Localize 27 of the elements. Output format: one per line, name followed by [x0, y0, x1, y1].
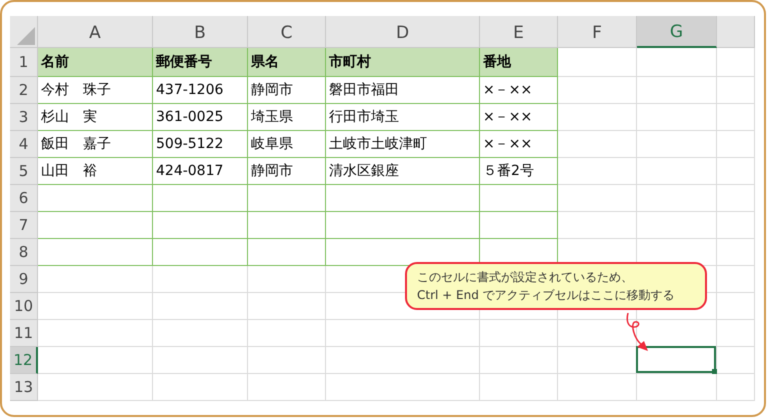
cell-text: 土岐市土岐津町: [329, 134, 427, 154]
cell-text: 県名: [251, 52, 279, 72]
cell-text: 市町村: [329, 52, 371, 72]
cell-text: 杉山 実: [41, 108, 97, 126]
cell-text: 静岡市: [251, 162, 293, 180]
cell-text: 行田市埼玉: [329, 108, 399, 126]
cell-text: 今村 珠子: [41, 80, 111, 100]
callout-text: Ctrl + End でアクティブセルはここに移動する: [417, 287, 676, 304]
cell-text: 飯田 嘉子: [41, 134, 111, 154]
cell-text: 名前: [41, 52, 69, 72]
cell-text: 437-1206: [156, 80, 224, 100]
cell-text: ５番2号: [483, 162, 534, 180]
cell-text: 番地: [483, 52, 511, 72]
cell-text: ×－××: [483, 80, 532, 100]
cell-text: 山田 裕: [41, 162, 97, 180]
cell-text: 清水区銀座: [329, 162, 399, 180]
cell-text: 郵便番号: [156, 52, 212, 72]
cell-text: 424-0817: [156, 162, 224, 180]
cell-text: 静岡市: [251, 80, 293, 100]
cell-text: 509-5122: [156, 134, 224, 154]
cell-text: 磐田市福田: [329, 80, 399, 100]
cell-text: 361-0025: [156, 108, 224, 126]
cell-text: 埼玉県: [251, 108, 293, 126]
callout-text: このセルに書式が設定されているため、: [417, 269, 634, 286]
cell-text: ×－××: [483, 134, 532, 154]
cell-text: ×－××: [483, 108, 532, 126]
cell-text: 岐阜県: [251, 134, 293, 154]
